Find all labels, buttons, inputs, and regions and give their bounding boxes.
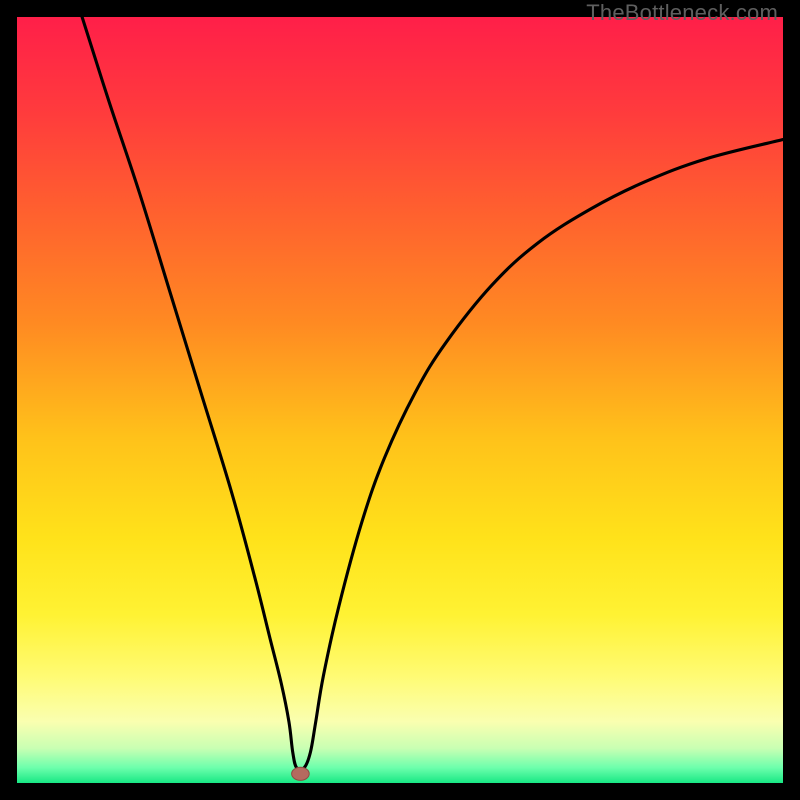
- bottleneck-chart: [17, 17, 783, 783]
- gradient-background: [17, 17, 783, 783]
- watermark-text: TheBottleneck.com: [586, 0, 778, 26]
- chart-frame: [17, 17, 783, 783]
- plot-area: [17, 17, 783, 783]
- optimum-marker: [292, 767, 310, 780]
